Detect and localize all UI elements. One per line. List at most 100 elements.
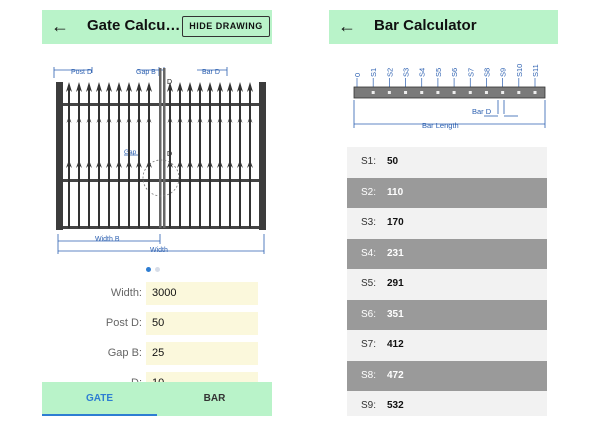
label-width: Width xyxy=(150,247,168,254)
post-d-label: Post D: xyxy=(105,317,142,329)
label-bar-d: Bar D xyxy=(202,69,220,76)
tick-label-s11: S11 xyxy=(531,64,540,77)
back-arrow-icon[interactable]: ← xyxy=(51,16,69,36)
list-item: S6: 351 xyxy=(347,299,547,330)
gate-bar xyxy=(199,88,201,228)
gate-bar xyxy=(229,88,231,228)
gate-bar xyxy=(179,88,181,228)
bottom-navigation: GATE BAR xyxy=(42,382,272,416)
label-gap-b: Gap B xyxy=(136,69,156,76)
row-value: 50 xyxy=(387,156,399,167)
tick-label-s3: S3 xyxy=(402,68,411,77)
row-value: 532 xyxy=(387,400,404,411)
label-width-b: Width B xyxy=(95,236,120,243)
post-d-input[interactable]: 50 xyxy=(146,312,258,335)
gate-divider-left xyxy=(159,68,162,228)
list-item: S4: 231 xyxy=(347,238,547,269)
tick-label-s4: S4 xyxy=(418,68,427,77)
bar-hole xyxy=(468,91,472,94)
gate-bar xyxy=(128,88,130,228)
row-value: 170 xyxy=(387,217,404,228)
bar-hole xyxy=(420,91,424,94)
page-dot-active[interactable] xyxy=(146,267,151,272)
hide-drawing-button[interactable]: HIDE DRAWING xyxy=(182,16,270,37)
left-post xyxy=(56,82,63,230)
label-post-d: Post D xyxy=(71,69,92,76)
width-input[interactable]: 3000 xyxy=(146,282,258,305)
list-item: S3: 170 xyxy=(347,208,547,239)
label-bar-d: Bar D xyxy=(472,107,492,116)
gate-bar xyxy=(98,88,100,228)
gate-bar xyxy=(189,88,191,228)
row-label: S8: xyxy=(361,369,377,381)
page-title: Gate Calcu… xyxy=(87,17,181,34)
right-post xyxy=(259,82,266,230)
width-label: Width: xyxy=(110,287,142,299)
bar-hole xyxy=(484,91,488,94)
row-label: S7: xyxy=(361,339,377,350)
gate-bar xyxy=(118,88,120,228)
page-indicator-dots xyxy=(146,259,164,277)
label-gap: Gap xyxy=(124,149,137,156)
row-label: S5: xyxy=(361,278,377,289)
gate-bar xyxy=(239,88,241,228)
tick-label-s6: S6 xyxy=(450,68,459,77)
row-value: 110 xyxy=(387,186,404,198)
tab-bar[interactable]: BAR xyxy=(157,382,272,416)
tick-label-s7: S7 xyxy=(466,68,475,77)
bar-hole xyxy=(533,91,537,94)
gate-bar xyxy=(249,88,251,228)
gate-bar xyxy=(169,88,171,228)
bar-calculator-screen: ← Bar Calculator 0 S1 S2 S3 S4 S5 S6 S7 S8 S9 S10 S… xyxy=(329,10,558,416)
bar-hole xyxy=(517,91,521,94)
gap-b-label: Gap B: xyxy=(107,347,142,359)
gate-bar xyxy=(138,88,140,228)
tick-label-s5: S5 xyxy=(434,68,443,77)
gate-bar xyxy=(108,88,110,228)
gap-b-field: Gap B: 25 xyxy=(52,342,259,365)
gate-divider-right xyxy=(163,68,166,228)
tick-label-s10: S10 xyxy=(515,64,524,77)
row-label: S4: xyxy=(361,247,377,259)
gate-bar xyxy=(68,88,70,228)
list-item: S1: 50 xyxy=(347,147,547,178)
tick-label-s2: S2 xyxy=(385,68,394,77)
row-value: 351 xyxy=(387,308,404,320)
row-value: 291 xyxy=(387,278,404,289)
list-item: S2: 110 xyxy=(347,177,547,208)
gate-drawing: Post D Gap B Bar D D Gap D Width B Width xyxy=(53,67,266,254)
row-label: S2: xyxy=(361,186,377,198)
gate-bar xyxy=(88,88,90,228)
row-value: 231 xyxy=(387,247,404,259)
tick-label-s9: S9 xyxy=(499,68,508,77)
label-bar-length: Bar Length xyxy=(422,121,459,130)
page-dot-inactive[interactable] xyxy=(155,267,160,272)
bar-hole xyxy=(436,91,440,94)
bar-hole xyxy=(501,91,505,94)
tick-label-s8: S8 xyxy=(482,68,491,77)
list-item: S9: 532 xyxy=(347,391,547,416)
bar-spacing-list: S1: 50 S2: 110 S3: 170 S4: 231 S5: 291 S6: 351 S7: 41… xyxy=(347,147,547,416)
tick-label-s1: S1 xyxy=(369,68,378,77)
tick-label-0: 0 xyxy=(353,73,362,77)
row-label: S3: xyxy=(361,217,377,228)
bar-hole xyxy=(371,91,375,94)
bar-hole xyxy=(452,91,456,94)
width-field: Width: 3000 xyxy=(52,282,259,305)
bar-body xyxy=(353,86,546,99)
gate-bar xyxy=(219,88,221,228)
list-item: S8: 472 xyxy=(347,360,547,391)
page-title: Bar Calculator xyxy=(374,17,477,34)
post-d-field: Post D: 50 xyxy=(52,312,259,335)
gate-bar xyxy=(209,88,211,228)
back-arrow-icon[interactable]: ← xyxy=(338,16,356,36)
app-bar: ← Gate Calcu… HIDE DRAWING xyxy=(42,10,272,44)
row-label: S9: xyxy=(361,400,377,411)
gap-b-input[interactable]: 25 xyxy=(146,342,258,365)
bar-hole xyxy=(404,91,408,94)
tab-gate[interactable]: GATE xyxy=(42,382,157,416)
gate-bar xyxy=(78,88,80,228)
gate-calculator-screen: ← Gate Calcu… HIDE DRAWING Post D Gap B … xyxy=(42,10,272,416)
list-item: S7: 412 xyxy=(347,330,547,361)
bar-hole xyxy=(387,91,391,94)
